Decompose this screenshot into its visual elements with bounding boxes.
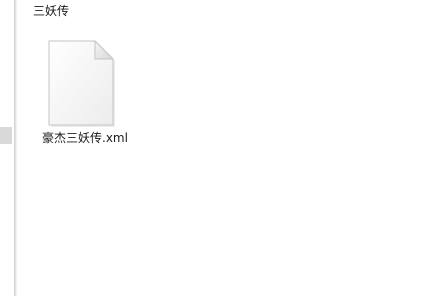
navigation-pane-edge bbox=[0, 0, 14, 296]
file-item-xml[interactable]: 豪杰三妖传.xml bbox=[38, 38, 132, 150]
folder-title: 三妖传 bbox=[33, 4, 70, 18]
document-icon bbox=[48, 40, 115, 127]
explorer-window: 三妖传 豪杰三妖传.xml bbox=[0, 0, 442, 296]
pane-splitter[interactable] bbox=[14, 0, 17, 296]
file-name-label: 豪杰三妖传.xml bbox=[42, 131, 128, 145]
scroll-thumb[interactable] bbox=[0, 127, 12, 144]
